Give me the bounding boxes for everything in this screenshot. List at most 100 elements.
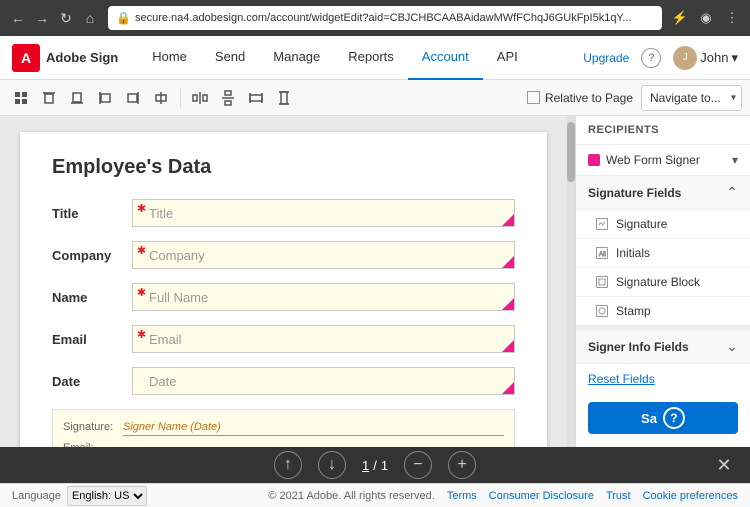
signature-block-field-icon — [596, 276, 608, 288]
extensions-icon[interactable]: ⚡ — [670, 8, 690, 28]
refresh-button[interactable]: ↻ — [56, 8, 76, 28]
forward-button[interactable]: → — [32, 8, 52, 28]
field-placeholder-date: Date — [149, 374, 176, 389]
navigate-to-select[interactable]: Navigate to... — [641, 85, 742, 111]
recipient-dropdown-icon[interactable]: ▾ — [732, 153, 738, 167]
profile-icon[interactable]: ◉ — [696, 8, 716, 28]
browser-chrome: ← → ↻ ⌂ 🔒 secure.na4.adobesign.com/accou… — [0, 0, 750, 36]
nav-account[interactable]: Account — [408, 36, 483, 80]
recipients-title: RECIPIENTS — [588, 124, 659, 136]
field-corner-email — [502, 340, 514, 352]
prev-page-button[interactable]: ↑ — [274, 451, 302, 479]
field-label-email: Email — [52, 332, 132, 347]
field-placeholder-title: Title — [149, 206, 173, 221]
recipients-header: RECIPIENTS — [576, 116, 750, 145]
home-button[interactable]: ⌂ — [80, 8, 100, 28]
nav-send[interactable]: Send — [201, 36, 259, 80]
field-item-signature-block[interactable]: Signature Block — [576, 268, 750, 297]
recipient-color-swatch — [588, 154, 600, 166]
field-row-title: Title ✱ Title — [52, 199, 515, 227]
url-text: secure.na4.adobesign.com/account/widgetE… — [135, 12, 632, 24]
toolbar-align-left-icon[interactable] — [92, 85, 118, 111]
nav-api[interactable]: API — [483, 36, 532, 80]
toolbar-align-bottom-icon[interactable] — [64, 85, 90, 111]
language-label: Language — [12, 490, 61, 502]
relative-to-page-toggle[interactable]: Relative to Page — [527, 91, 633, 105]
user-name: John — [700, 50, 728, 65]
language-select[interactable]: English: US — [67, 486, 147, 506]
nav-reports[interactable]: Reports — [334, 36, 408, 80]
field-item-stamp[interactable]: Stamp — [576, 297, 750, 326]
relative-to-page-checkbox[interactable] — [527, 91, 540, 104]
browser-nav-buttons: ← → ↻ ⌂ — [8, 8, 100, 28]
save-label: Sa — [641, 411, 657, 426]
next-page-button[interactable]: ↓ — [318, 451, 346, 479]
initials-field-label: Initials — [616, 246, 650, 260]
required-star-name: ✱ — [137, 286, 146, 299]
footer-consumer-disclosure-link[interactable]: Consumer Disclosure — [489, 490, 594, 502]
help-button[interactable]: ? — [641, 48, 661, 68]
user-menu[interactable]: J John ▾ — [673, 46, 738, 70]
field-input-date[interactable]: Date — [132, 367, 515, 395]
toolbar-align-center-icon[interactable] — [148, 85, 174, 111]
field-label-name: Name — [52, 290, 132, 305]
signature-fields-header: Signature Fields ⌃ — [576, 176, 750, 210]
toolbar-align-top-icon[interactable] — [36, 85, 62, 111]
required-star-title: ✱ — [137, 202, 146, 215]
form-area: Employee's Data Title ✱ Title Company — [0, 116, 567, 447]
toolbar-equal-width-icon[interactable] — [243, 85, 269, 111]
form-scroll[interactable]: Employee's Data Title ✱ Title Company — [0, 116, 567, 447]
field-item-initials[interactable]: AB Initials — [576, 239, 750, 268]
field-input-company[interactable]: ✱ Company — [132, 241, 515, 269]
toolbar-align-right-icon[interactable] — [120, 85, 146, 111]
nav-manage[interactable]: Manage — [259, 36, 334, 80]
field-row-company: Company ✱ Company — [52, 241, 515, 269]
menu-icon[interactable]: ⋮ — [722, 8, 742, 28]
relative-to-page-label: Relative to Page — [545, 91, 633, 105]
app-nav: Home Send Manage Reports Account API — [138, 36, 583, 80]
field-row-date: Date Date — [52, 367, 515, 395]
field-input-wrap-company: ✱ Company — [132, 241, 515, 269]
field-input-name[interactable]: ✱ Full Name — [132, 283, 515, 311]
signer-info-collapse-icon[interactable]: ⌄ — [726, 338, 738, 355]
save-button[interactable]: Sa ? — [588, 402, 738, 434]
scrollbar-thumb — [567, 122, 575, 182]
footer-trust-link[interactable]: Trust — [606, 490, 631, 502]
back-button[interactable]: ← — [8, 8, 28, 28]
help-circle-icon[interactable]: ? — [663, 407, 685, 429]
footer-cookies-link[interactable]: Cookie preferences — [643, 490, 738, 502]
signer-info-header: Signer Info Fields ⌄ — [576, 326, 750, 364]
toolbar-equal-height-icon[interactable] — [271, 85, 297, 111]
address-bar[interactable]: 🔒 secure.na4.adobesign.com/account/widge… — [108, 6, 662, 30]
upgrade-button[interactable]: Upgrade — [583, 51, 629, 65]
signature-field-label: Signature — [616, 217, 667, 231]
form-scrollbar[interactable] — [567, 116, 575, 447]
signature-fields-collapse-icon[interactable]: ⌃ — [726, 184, 738, 201]
page-separator: / — [373, 458, 377, 473]
signature-fields-title: Signature Fields — [588, 186, 681, 200]
field-item-signature[interactable]: Signature — [576, 210, 750, 239]
browser-actions: ⚡ ◉ ⋮ — [670, 8, 742, 28]
nav-home[interactable]: Home — [138, 36, 201, 80]
stamp-field-icon — [596, 305, 608, 317]
toolbar-distribute-v-icon[interactable] — [215, 85, 241, 111]
field-input-wrap-name: ✱ Full Name — [132, 283, 515, 311]
field-input-title[interactable]: ✱ Title — [132, 199, 515, 227]
save-area: Sa ? — [576, 394, 750, 442]
field-row-name: Name ✱ Full Name — [52, 283, 515, 311]
toolbar-distribute-h-icon[interactable] — [187, 85, 213, 111]
user-dropdown-icon: ▾ — [731, 50, 738, 66]
close-button[interactable]: ✕ — [710, 451, 738, 479]
field-input-email[interactable]: ✱ Email — [132, 325, 515, 353]
field-label-title: Title — [52, 206, 132, 221]
toolbar-move-icon[interactable] — [8, 85, 34, 111]
footer-right: © 2021 Adobe. All rights reserved. Terms… — [268, 490, 738, 502]
reset-fields-link[interactable]: Reset Fields — [576, 364, 750, 394]
zoom-in-button[interactable]: + — [448, 451, 476, 479]
recipient-row[interactable]: Web Form Signer ▾ — [576, 145, 750, 176]
zoom-out-button[interactable]: − — [404, 451, 432, 479]
footer-terms-link[interactable]: Terms — [447, 490, 477, 502]
form-page: Employee's Data Title ✱ Title Company — [20, 132, 547, 447]
logo-letter: A — [21, 50, 31, 66]
required-star-company: ✱ — [137, 244, 146, 257]
